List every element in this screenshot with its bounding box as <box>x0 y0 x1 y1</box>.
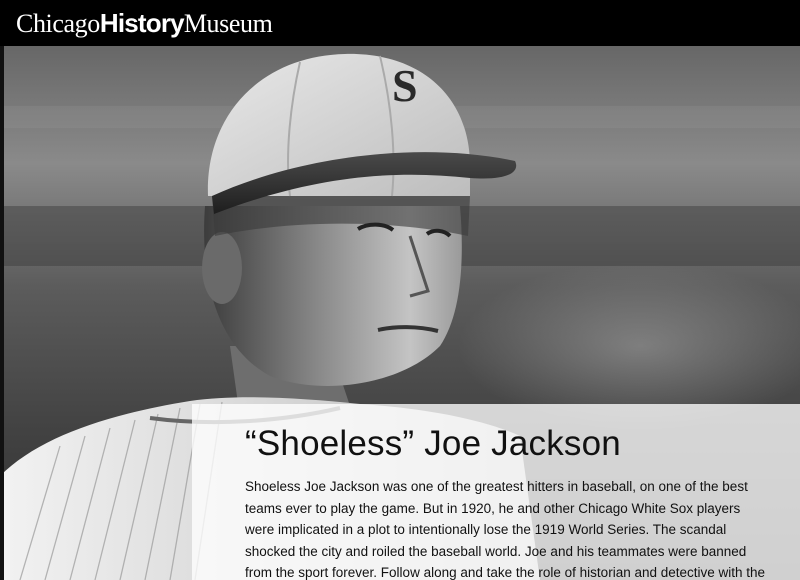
logo-word-chicago: Chicago <box>16 8 100 38</box>
cap-letter-s: S <box>392 60 418 111</box>
site-header: ChicagoHistoryMuseum <box>0 0 800 46</box>
logo-word-museum: Museum <box>183 8 273 38</box>
intro-paragraph: Shoeless Joe Jackson was one of the grea… <box>245 479 766 580</box>
caption-panel: “Shoeless” Joe Jackson Shoeless Joe Jack… <box>192 404 800 580</box>
chicago-history-museum-logo[interactable]: ChicagoHistoryMuseum <box>16 7 273 38</box>
page-title: “Shoeless” Joe Jackson <box>245 424 621 463</box>
logo-word-history: History <box>99 7 185 38</box>
hero-banner: S “Shoeless” Joe Jackson Shoeless Joe Ja… <box>0 46 800 580</box>
left-edge-border <box>0 46 4 580</box>
